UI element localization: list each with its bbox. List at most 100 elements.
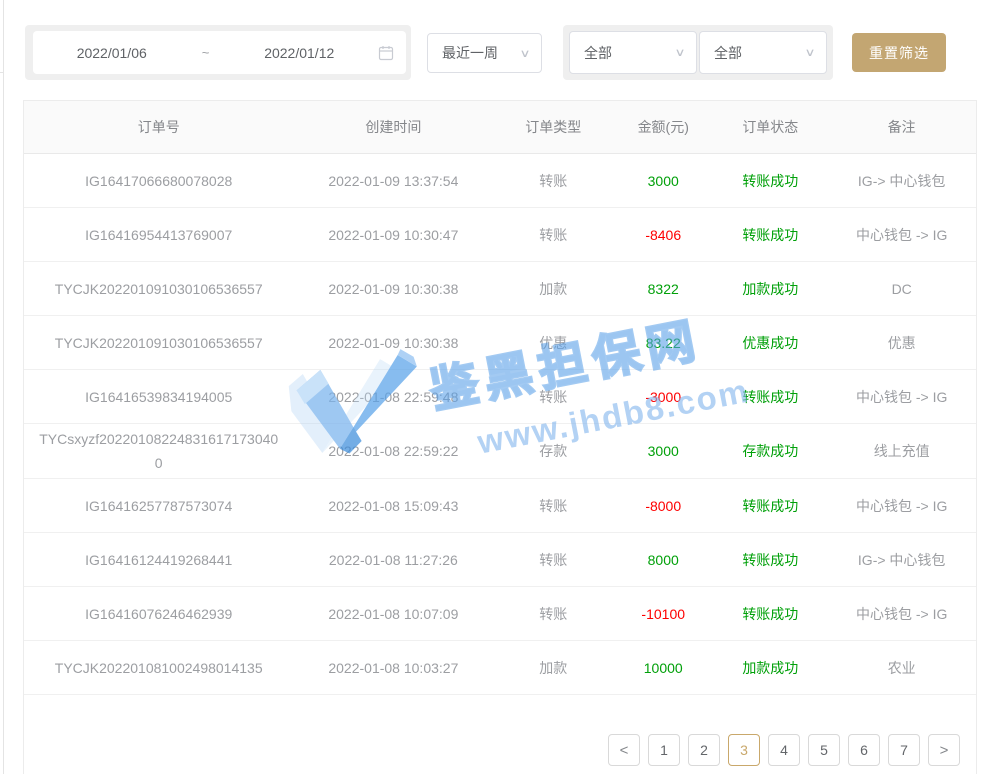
- cell-order-type: 转账: [493, 223, 613, 247]
- table-row: TYCJK202201081002498014135 2022-01-08 10…: [24, 641, 976, 695]
- table-body: IG16417066680078028 2022-01-09 13:37:54 …: [24, 154, 976, 695]
- cell-order-status: 转账成功: [713, 602, 827, 626]
- cell-amount: 3000: [613, 169, 713, 193]
- cell-amount: -3000: [613, 385, 713, 409]
- cell-created-time: 2022-01-08 22:59:22: [293, 439, 493, 463]
- order-type-select-value: 全部: [584, 43, 612, 63]
- cell-created-time: 2022-01-08 11:27:26: [293, 548, 493, 572]
- table-row: TYCJK202201091030106536557 2022-01-09 10…: [24, 316, 976, 370]
- order-status-select[interactable]: 全部 ∨: [699, 31, 827, 74]
- cell-remark: 优惠: [827, 331, 976, 355]
- cell-remark: 中心钱包 -> IG: [827, 385, 976, 409]
- header-order-type: 订单类型: [493, 117, 613, 137]
- cell-remark: DC: [827, 277, 976, 301]
- cell-amount: 3000: [613, 439, 713, 463]
- cell-created-time: 2022-01-09 13:37:54: [293, 169, 493, 193]
- date-range-group: 2022/01/06 ~ 2022/01/12: [25, 25, 411, 80]
- cell-created-time: 2022-01-08 10:03:27: [293, 656, 493, 680]
- cell-remark: 中心钱包 -> IG: [827, 223, 976, 247]
- date-range-preset-select[interactable]: 最近一周 ∨: [427, 33, 542, 73]
- preset-select-value: 最近一周: [442, 43, 498, 63]
- table-row: TYCsxyzf202201082248316171730400 2022-01…: [24, 424, 976, 479]
- cell-amount: 10000: [613, 656, 713, 680]
- cell-created-time: 2022-01-08 10:07:09: [293, 602, 493, 626]
- pagination-page-7[interactable]: 7: [888, 734, 920, 766]
- cell-remark: IG-> 中心钱包: [827, 548, 976, 572]
- cell-order-status: 转账成功: [713, 385, 827, 409]
- cell-order-no: IG16416076246462939: [24, 602, 293, 626]
- pagination-page-2[interactable]: 2: [688, 734, 720, 766]
- cell-order-type: 转账: [493, 385, 613, 409]
- date-range-picker[interactable]: 2022/01/06 ~ 2022/01/12: [33, 31, 406, 74]
- cell-order-type: 加款: [493, 277, 613, 301]
- cell-order-type: 转账: [493, 494, 613, 518]
- pagination-page-6[interactable]: 6: [848, 734, 880, 766]
- cell-order-no: IG16416257787573074: [24, 494, 293, 518]
- chevron-down-icon: ∨: [519, 47, 530, 60]
- category-filter-group: 全部 ∨ 全部 ∨: [563, 25, 833, 80]
- table-row: TYCJK202201091030106536557 2022-01-09 10…: [24, 262, 976, 316]
- cell-order-no: TYCJK202201091030106536557: [24, 331, 293, 355]
- header-order-status: 订单状态: [713, 117, 827, 137]
- pagination: <1234567>: [608, 734, 960, 766]
- calendar-icon: [378, 45, 394, 61]
- cell-order-type: 优惠: [493, 331, 613, 355]
- pagination-page-5[interactable]: 5: [808, 734, 840, 766]
- table-row: IG16417066680078028 2022-01-09 13:37:54 …: [24, 154, 976, 208]
- table-row: IG16416076246462939 2022-01-08 10:07:09 …: [24, 587, 976, 641]
- cell-order-status: 转账成功: [713, 548, 827, 572]
- cell-order-type: 转账: [493, 602, 613, 626]
- cell-order-no: TYCJK202201091030106536557: [24, 277, 293, 301]
- cell-order-status: 转账成功: [713, 494, 827, 518]
- cell-amount: 83.22: [613, 331, 713, 355]
- table-header-row: 订单号 创建时间 订单类型 金额(元) 订单状态 备注: [24, 101, 976, 154]
- cell-order-no: TYCJK202201081002498014135: [24, 656, 293, 680]
- cell-amount: 8000: [613, 548, 713, 572]
- cell-order-type: 转账: [493, 169, 613, 193]
- cell-remark: 线上充值: [827, 439, 976, 463]
- cell-remark: 中心钱包 -> IG: [827, 602, 976, 626]
- cell-created-time: 2022-01-09 10:30:47: [293, 223, 493, 247]
- order-type-select[interactable]: 全部 ∨: [569, 31, 697, 74]
- date-end-input[interactable]: 2022/01/12: [221, 45, 379, 61]
- pagination-page-4[interactable]: 4: [768, 734, 800, 766]
- cell-order-status: 转账成功: [713, 223, 827, 247]
- chevron-down-icon: ∨: [674, 46, 685, 59]
- filter-bar: 2022/01/06 ~ 2022/01/12 最近一周 ∨ 全部 ∨ 全部 ∨…: [0, 0, 999, 100]
- table-row: IG16416539834194005 2022-01-08 22:59:48 …: [24, 370, 976, 424]
- cell-order-no: IG16416124419268441: [24, 548, 293, 572]
- header-order-no: 订单号: [24, 117, 293, 137]
- header-created-time: 创建时间: [293, 117, 493, 137]
- cell-amount: -8000: [613, 494, 713, 518]
- table-row: IG16416954413769007 2022-01-09 10:30:47 …: [24, 208, 976, 262]
- order-status-select-value: 全部: [714, 43, 742, 63]
- cell-order-no: TYCsxyzf202201082248316171730400: [24, 427, 293, 475]
- cell-order-type: 存款: [493, 439, 613, 463]
- cell-created-time: 2022-01-09 10:30:38: [293, 277, 493, 301]
- cell-order-status: 转账成功: [713, 169, 827, 193]
- pagination-page-1[interactable]: 1: [648, 734, 680, 766]
- header-amount: 金额(元): [613, 117, 713, 137]
- cell-order-status: 优惠成功: [713, 331, 827, 355]
- date-separator: ~: [191, 45, 221, 60]
- cell-remark: IG-> 中心钱包: [827, 169, 976, 193]
- date-start-input[interactable]: 2022/01/06: [33, 45, 191, 61]
- cell-created-time: 2022-01-08 15:09:43: [293, 494, 493, 518]
- cell-order-status: 存款成功: [713, 439, 827, 463]
- table-row: IG16416257787573074 2022-01-08 15:09:43 …: [24, 479, 976, 533]
- cell-order-status: 加款成功: [713, 277, 827, 301]
- reset-filters-button[interactable]: 重置筛选: [852, 33, 946, 72]
- page-left-divider: [3, 0, 4, 774]
- cell-order-status: 加款成功: [713, 656, 827, 680]
- table-row: IG16416124419268441 2022-01-08 11:27:26 …: [24, 533, 976, 587]
- cell-amount: -8406: [613, 223, 713, 247]
- cell-created-time: 2022-01-08 22:59:48: [293, 385, 493, 409]
- pagination-page-3[interactable]: 3: [728, 734, 760, 766]
- pagination-prev-button[interactable]: <: [608, 734, 640, 766]
- header-remark: 备注: [827, 117, 976, 137]
- cell-amount: 8322: [613, 277, 713, 301]
- cell-amount: -10100: [613, 602, 713, 626]
- cell-order-no: IG16417066680078028: [24, 169, 293, 193]
- cell-remark: 农业: [827, 656, 976, 680]
- pagination-next-button[interactable]: >: [928, 734, 960, 766]
